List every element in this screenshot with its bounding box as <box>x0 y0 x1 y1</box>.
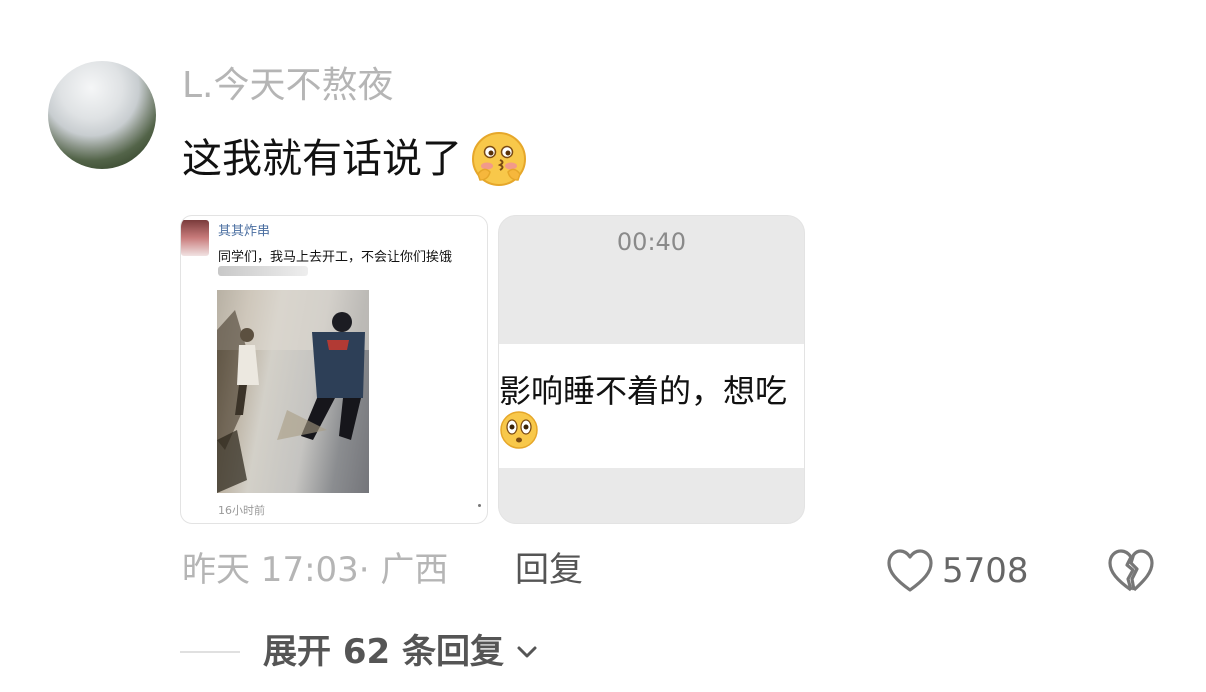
expand-divider <box>180 651 240 653</box>
user-avatar[interactable] <box>48 61 156 169</box>
more-dot-icon <box>478 504 481 507</box>
expand-label: 展开 62 条回复 <box>263 632 504 672</box>
comment-meta: 昨天 17:03· 广西 <box>182 548 448 592</box>
attachment-author: 其其炸串 <box>218 224 271 239</box>
blurred-text <box>218 266 308 276</box>
location: 广西 <box>380 550 449 590</box>
caption-text: 影响睡不着的，想吃 <box>499 372 788 410</box>
username[interactable]: L.今天不熬夜 <box>182 64 394 108</box>
comment-text: 这我就有话说了 <box>182 130 528 188</box>
video-thumbnail <box>217 290 369 493</box>
blushing-face-emoji-icon <box>470 130 528 188</box>
attachment-image-2[interactable]: 00:40 影响睡不着的，想吃 <box>498 215 805 524</box>
chevron-down-icon <box>517 646 537 658</box>
like-count: 5708 <box>942 551 1029 591</box>
mini-avatar <box>181 220 209 256</box>
heart-outline-icon <box>887 549 933 592</box>
timer-text: 00:40 <box>616 228 687 256</box>
timestamp: 昨天 17:03· <box>182 550 370 590</box>
dislike-button[interactable] <box>1106 546 1156 596</box>
reply-button[interactable]: 回复 <box>515 548 583 592</box>
attachment-text: 同学们，我马上去开工，不会让你们挨饿 <box>218 250 453 265</box>
broken-heart-icon <box>1108 549 1154 592</box>
like-button[interactable]: 5708 <box>886 546 1029 596</box>
attachment-time: 16小时前 <box>218 504 265 517</box>
attachment-image-1[interactable]: 其其炸串 同学们，我马上去开工，不会让你们挨饿 16小时前 <box>180 215 488 524</box>
expand-replies-button[interactable]: 展开 62 条回复 <box>263 630 540 674</box>
comment-body: 这我就有话说了 <box>182 136 462 182</box>
surprised-eyes-emoji-icon <box>499 410 539 450</box>
caption-band: 影响睡不着的，想吃 <box>499 344 804 468</box>
